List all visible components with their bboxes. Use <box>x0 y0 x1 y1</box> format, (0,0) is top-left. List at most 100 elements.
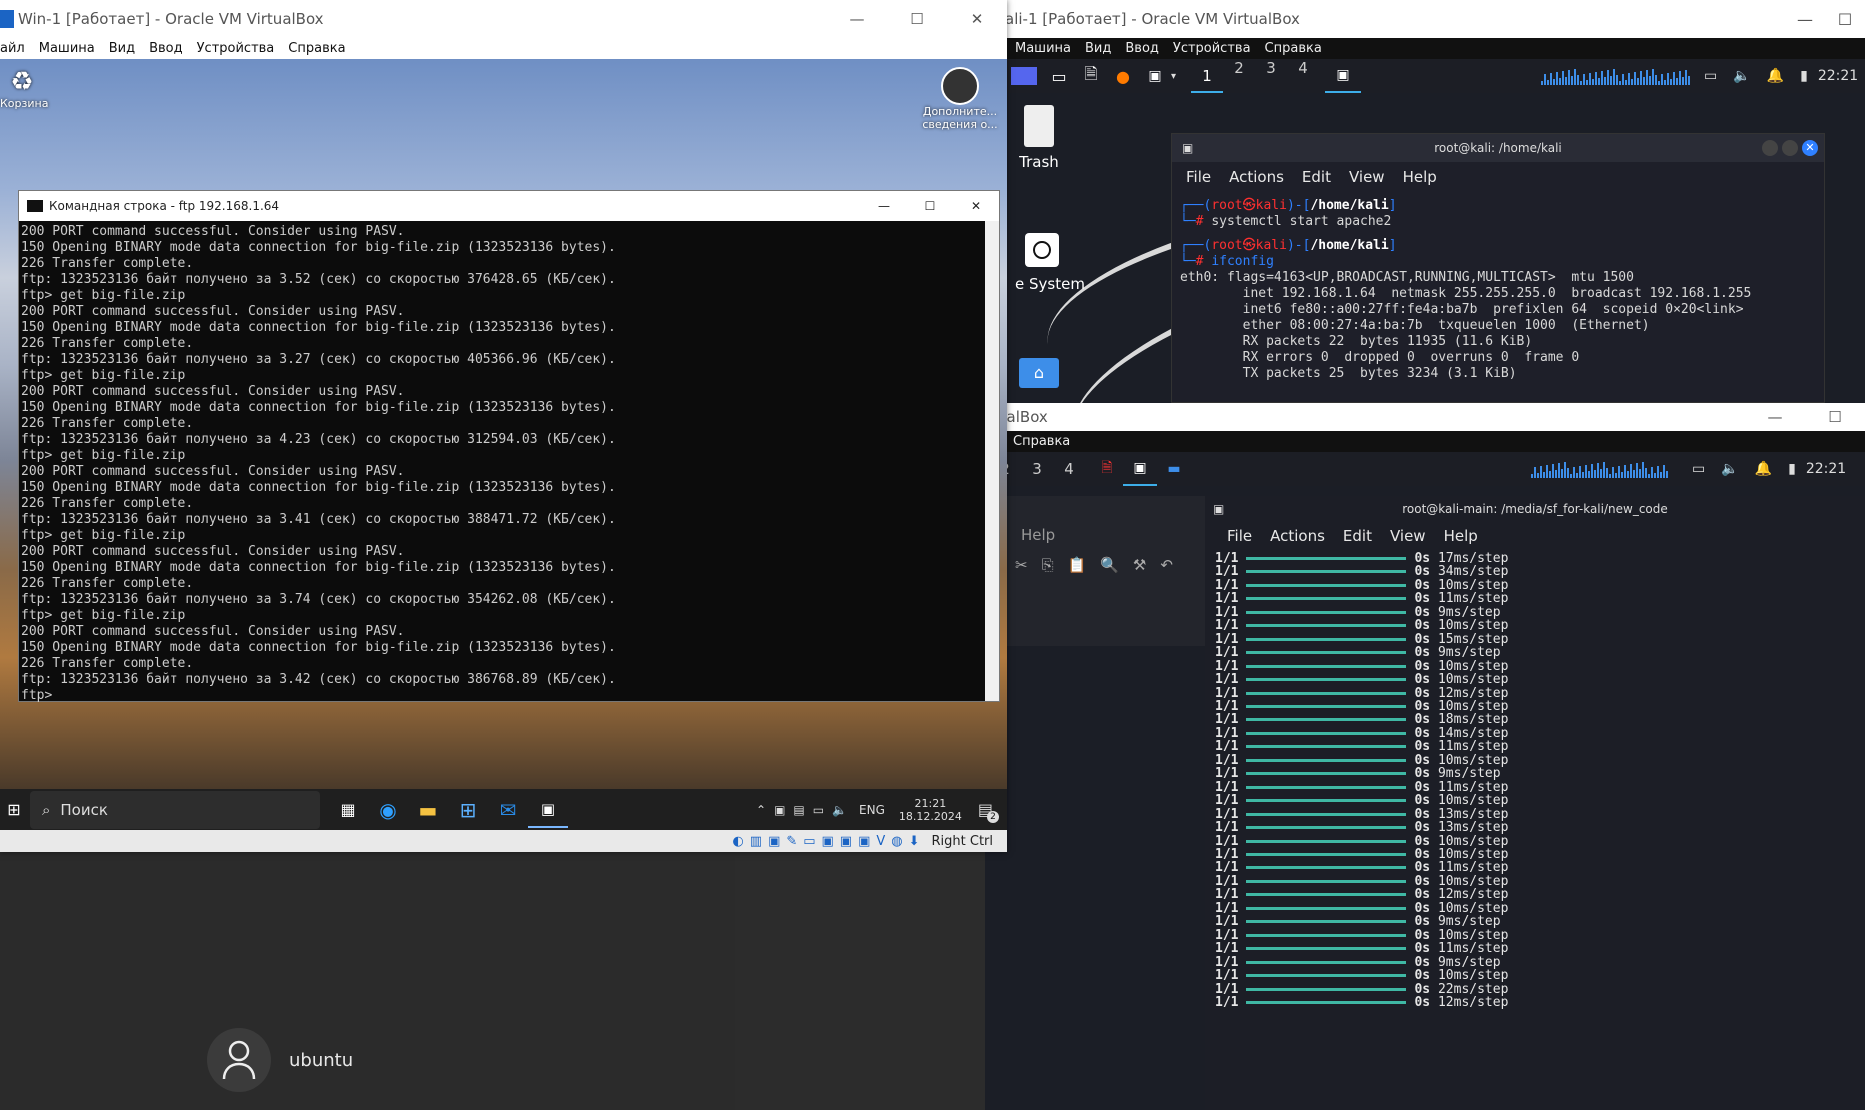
store-icon[interactable]: ⊞ <box>448 792 488 828</box>
terminal-menu-item[interactable]: View <box>1349 168 1385 186</box>
maximize-icon[interactable] <box>1782 140 1798 156</box>
display-icon[interactable]: ▭ <box>1704 68 1717 84</box>
edge-icon[interactable]: ◉ <box>368 792 408 828</box>
outlook-icon[interactable]: ✉ <box>488 792 528 828</box>
workspace-button[interactable]: 3 <box>1021 460 1053 478</box>
files-icon[interactable]: ▭ <box>1043 58 1075 94</box>
kali-titlebar: ali-1 [Работает] - Oracle VM VirtualBox … <box>1005 0 1865 38</box>
tray-icons[interactable]: ⌃▣▤▭🔈 <box>756 803 855 817</box>
cpu-graph-bar <box>1664 80 1666 85</box>
cpu-graph-bar <box>1547 80 1549 85</box>
step-row: 1/1 0s 10ms/step <box>1215 619 1865 632</box>
vbox-menu-item[interactable]: Устройства <box>197 41 275 56</box>
maximize-icon[interactable]: ☐ <box>1805 408 1865 426</box>
maximize-icon[interactable]: ☐ <box>887 10 947 28</box>
close-icon[interactable]: ✕ <box>947 10 1007 28</box>
terminal-menu-item[interactable]: Edit <box>1343 527 1372 545</box>
progress-bar <box>1246 758 1407 762</box>
trash-desktop-icon[interactable]: Trash <box>1019 105 1059 171</box>
info-desktop-icon[interactable]: Дополните... сведения о... <box>920 67 1000 131</box>
filesystem-desktop-icon[interactable]: e System <box>1015 233 1085 293</box>
progress-bar <box>1246 920 1407 924</box>
vbox-menu-item[interactable]: Справка <box>1013 434 1070 449</box>
vbox-menu-item[interactable]: Ввод <box>149 41 183 56</box>
terminal-menu-item[interactable]: Actions <box>1270 527 1325 545</box>
vbox-menu-item[interactable]: Вид <box>1085 41 1111 56</box>
terminal-small-icon: ▣ <box>1182 141 1194 155</box>
progress-bar <box>1246 987 1407 991</box>
terminal-menu-item[interactable]: View <box>1390 527 1426 545</box>
minimize-icon[interactable]: — <box>1745 408 1805 426</box>
windows-taskbar: ⊞ ⌕ Поиск ▦ ◉ ▬ ⊞ ✉ ▣ ⌃▣▤▭🔈 ENG 21:21 18… <box>0 789 1007 830</box>
workspace-button[interactable]: 3 <box>1255 59 1287 93</box>
step-row: 1/1 0s 12ms/step <box>1215 888 1865 901</box>
vbox-menu-item[interactable]: Ввод <box>1125 41 1159 56</box>
workspace-button[interactable]: 2 <box>1223 59 1255 93</box>
vbox-menu-item[interactable]: Машина <box>1015 41 1071 56</box>
workspace-button[interactable]: 1 <box>1191 59 1223 93</box>
task-view-icon[interactable]: ▦ <box>328 792 368 828</box>
terminal-output: ┌──(root㉿kali)-[/home/kali] └─# systemct… <box>1172 192 1824 382</box>
terminal-menu-item[interactable]: Help <box>1403 168 1437 186</box>
ubuntu-user-entry[interactable]: ubuntu <box>207 1028 353 1092</box>
firefox-icon[interactable]: ● <box>1107 58 1139 94</box>
cpu-graph-bar <box>1636 463 1638 478</box>
folder-task-icon[interactable]: ▬ <box>1157 451 1191 487</box>
vbox-menu-item[interactable]: айл <box>0 41 25 56</box>
notification-icon[interactable]: ▤ 2 <box>978 800 999 823</box>
vbox-menu-item[interactable]: Вид <box>109 41 135 56</box>
terminal-menu-item[interactable]: File <box>1186 168 1211 186</box>
vbox-menu-item[interactable]: Устройства <box>1173 41 1251 56</box>
active-terminal-task-icon[interactable]: ▣ <box>1325 59 1361 93</box>
terminal-menu-item[interactable]: Help <box>1444 527 1478 545</box>
language-indicator[interactable]: ENG <box>859 803 885 817</box>
volume-icon[interactable]: 🔈 <box>1733 68 1750 84</box>
workspace-button[interactable]: 4 <box>1287 59 1319 93</box>
display-icon[interactable]: ▭ <box>1692 461 1705 477</box>
maximize-icon[interactable]: ☐ <box>907 199 953 213</box>
close-icon[interactable]: ✕ <box>1802 140 1818 156</box>
file-explorer-icon[interactable]: ▬ <box>408 792 448 828</box>
cmd-line: 200 PORT command successful. Consider us… <box>21 624 405 639</box>
minimize-icon[interactable]: — <box>861 199 907 213</box>
text-editor-icon[interactable]: 🗎 <box>1075 58 1107 94</box>
notification-bell-icon[interactable]: 🔔 <box>1767 68 1784 84</box>
battery-icon[interactable]: ▮ <box>1788 461 1796 477</box>
recycle-bin-desktop-icon[interactable]: ♻ Корзина <box>0 67 48 110</box>
cpu-graph-bar <box>1543 472 1545 478</box>
minimize-icon[interactable] <box>1762 140 1778 156</box>
terminal-icon[interactable]: ▣ <box>1139 58 1171 94</box>
cmd-taskbar-icon[interactable]: ▣ <box>528 792 568 828</box>
minimize-icon[interactable]: — <box>827 10 887 28</box>
terminal-menu-item[interactable]: File <box>1227 527 1252 545</box>
kali-vbox-menubar: Машина Вид Ввод Устройства Справка <box>1005 38 1865 59</box>
close-icon[interactable]: ✕ <box>953 199 999 213</box>
notification-bell-icon[interactable]: 🔔 <box>1755 461 1772 477</box>
cmd-scrollbar[interactable] <box>985 221 999 701</box>
cpu-graph-bar <box>1637 78 1639 85</box>
vbox-menu-item[interactable]: Справка <box>288 41 345 56</box>
vbox-menu-item[interactable]: Машина <box>39 41 95 56</box>
terminal-menu-item[interactable]: Actions <box>1229 168 1284 186</box>
minimize-icon[interactable]: — <box>1785 10 1825 29</box>
cpu-graph-bar <box>1670 79 1672 85</box>
cmd-title: Командная строка - ftp 192.168.1.64 <box>49 199 280 213</box>
terminal-menu-item[interactable]: Edit <box>1302 168 1331 186</box>
chevron-down-icon[interactable]: ▾ <box>1171 71 1185 82</box>
vbox-status-icons[interactable]: ◐▥▣✎▭▣▣▣V◍⬇ <box>732 834 925 849</box>
text-editor-icon[interactable]: 🗎 <box>1091 451 1123 487</box>
vbox-menu-item[interactable]: Справка <box>1265 41 1322 56</box>
kali-desktop: Trash e System ⌂ ▣ root@kali: /home/kali… <box>1005 93 1865 403</box>
search-box[interactable]: ⌕ Поиск <box>30 790 320 829</box>
command-line: └─# ifconfig <box>1180 254 1274 269</box>
taskbar-clock[interactable]: 21:21 18.12.2024 <box>899 797 962 823</box>
home-folder-icon[interactable]: ⌂ <box>1019 358 1059 388</box>
maximize-icon[interactable]: ☐ <box>1825 10 1865 29</box>
start-icon[interactable]: ⊞ <box>0 792 28 828</box>
active-terminal-task-icon[interactable]: ▣ <box>1123 452 1157 486</box>
volume-icon[interactable]: 🔈 <box>1721 461 1738 477</box>
workspace-button[interactable]: 4 <box>1053 460 1085 478</box>
cpu-graph-bar <box>1645 468 1647 478</box>
kali-menu-icon[interactable] <box>1011 67 1037 85</box>
battery-icon[interactable]: ▮ <box>1800 68 1808 84</box>
